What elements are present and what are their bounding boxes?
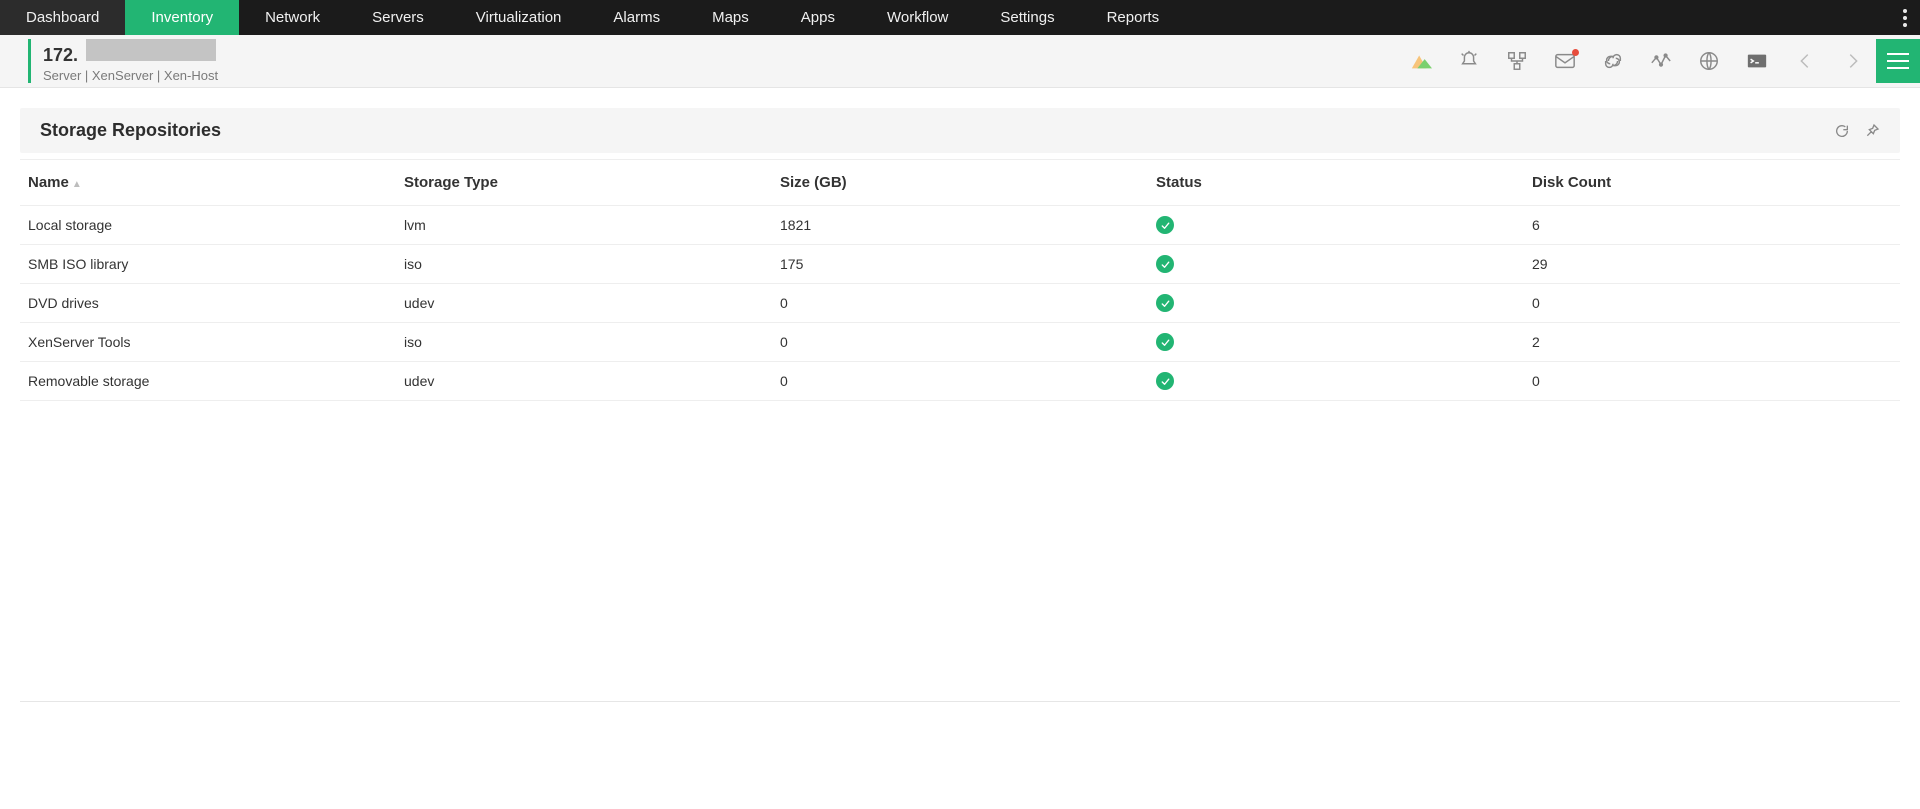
- cell-disk-count: 29: [1524, 245, 1900, 284]
- mail-unread-dot: [1572, 49, 1579, 56]
- cell-storage-type: lvm: [396, 206, 772, 245]
- cell-storage-type: iso: [396, 323, 772, 362]
- status-ok-icon: [1156, 255, 1174, 273]
- activity-icon[interactable]: [1648, 50, 1674, 72]
- cell-status: [1148, 323, 1524, 362]
- nav-servers[interactable]: Servers: [346, 0, 450, 35]
- storage-table: Name▲ Storage Type Size (GB) Status Disk…: [20, 159, 1900, 401]
- breadcrumb-path: Server | XenServer | Xen-Host: [43, 68, 218, 83]
- chart-icon[interactable]: [1408, 50, 1434, 72]
- cell-size: 0: [772, 362, 1148, 401]
- nav-workflow[interactable]: Workflow: [861, 0, 974, 35]
- col-storage-type[interactable]: Storage Type: [396, 160, 772, 206]
- col-size[interactable]: Size (GB): [772, 160, 1148, 206]
- cell-size: 0: [772, 284, 1148, 323]
- nav-virtualization[interactable]: Virtualization: [450, 0, 588, 35]
- cell-size: 0: [772, 323, 1148, 362]
- status-ok-icon: [1156, 294, 1174, 312]
- cell-name: SMB ISO library: [20, 245, 396, 284]
- panel-header: Storage Repositories: [20, 108, 1900, 153]
- hamburger-icon[interactable]: [1876, 39, 1920, 83]
- link-icon[interactable]: [1600, 50, 1626, 72]
- cell-disk-count: 0: [1524, 284, 1900, 323]
- nav-dashboard[interactable]: Dashboard: [0, 0, 125, 35]
- cell-disk-count: 2: [1524, 323, 1900, 362]
- panel-title: Storage Repositories: [40, 120, 221, 141]
- col-status[interactable]: Status: [1148, 160, 1524, 206]
- mail-icon[interactable]: [1552, 50, 1578, 72]
- refresh-icon[interactable]: [1834, 123, 1850, 139]
- nav-alarms[interactable]: Alarms: [587, 0, 686, 35]
- cell-storage-type: iso: [396, 245, 772, 284]
- host-title: 172.: [43, 45, 78, 66]
- breadcrumb: 172. Server | XenServer | Xen-Host: [28, 39, 228, 83]
- table-row[interactable]: DVD drivesudev00: [20, 284, 1900, 323]
- nav-network[interactable]: Network: [239, 0, 346, 35]
- status-ok-icon: [1156, 216, 1174, 234]
- nav-maps[interactable]: Maps: [686, 0, 775, 35]
- table-row[interactable]: XenServer Toolsiso0 2: [20, 323, 1900, 362]
- cell-status: [1148, 362, 1524, 401]
- terminal-icon[interactable]: [1744, 50, 1770, 72]
- nav-inventory[interactable]: Inventory: [125, 0, 239, 35]
- topology-icon[interactable]: [1504, 50, 1530, 72]
- cell-storage-type: udev: [396, 284, 772, 323]
- cell-name: DVD drives: [20, 284, 396, 323]
- alerts-icon[interactable]: [1456, 50, 1482, 72]
- sub-header: 172. Server | XenServer | Xen-Host: [0, 35, 1920, 88]
- kebab-menu-icon[interactable]: [1890, 0, 1920, 35]
- chevron-right-icon[interactable]: [1840, 50, 1866, 72]
- cell-name: Local storage: [20, 206, 396, 245]
- host-title-redacted: [86, 39, 216, 61]
- top-nav: Dashboard Inventory Network Servers Virt…: [0, 0, 1920, 35]
- pin-icon[interactable]: [1864, 123, 1880, 139]
- cell-disk-count: 0: [1524, 362, 1900, 401]
- toolbar-icons: [1408, 50, 1876, 72]
- nav-settings[interactable]: Settings: [974, 0, 1080, 35]
- nav-reports[interactable]: Reports: [1081, 0, 1186, 35]
- nav-apps[interactable]: Apps: [775, 0, 861, 35]
- cell-name: Removable storage: [20, 362, 396, 401]
- table-row[interactable]: SMB ISO libraryiso175 29: [20, 245, 1900, 284]
- col-disk-count[interactable]: Disk Count: [1524, 160, 1900, 206]
- cell-size: 175: [772, 245, 1148, 284]
- cell-size: 1821: [772, 206, 1148, 245]
- status-ok-icon: [1156, 372, 1174, 390]
- table-row[interactable]: Removable storageudev00: [20, 362, 1900, 401]
- footer-divider: [20, 701, 1900, 702]
- cell-status: [1148, 284, 1524, 323]
- col-name[interactable]: Name▲: [20, 160, 396, 206]
- cell-disk-count: 6: [1524, 206, 1900, 245]
- cell-storage-type: udev: [396, 362, 772, 401]
- chevron-left-icon[interactable]: [1792, 50, 1818, 72]
- globe-icon[interactable]: [1696, 50, 1722, 72]
- storage-repositories-panel: Storage Repositories Name▲ Storage Type …: [20, 108, 1900, 401]
- cell-status: [1148, 206, 1524, 245]
- cell-status: [1148, 245, 1524, 284]
- cell-name: XenServer Tools: [20, 323, 396, 362]
- status-ok-icon: [1156, 333, 1174, 351]
- table-row[interactable]: Local storagelvm1821 6: [20, 206, 1900, 245]
- table-header-row: Name▲ Storage Type Size (GB) Status Disk…: [20, 160, 1900, 206]
